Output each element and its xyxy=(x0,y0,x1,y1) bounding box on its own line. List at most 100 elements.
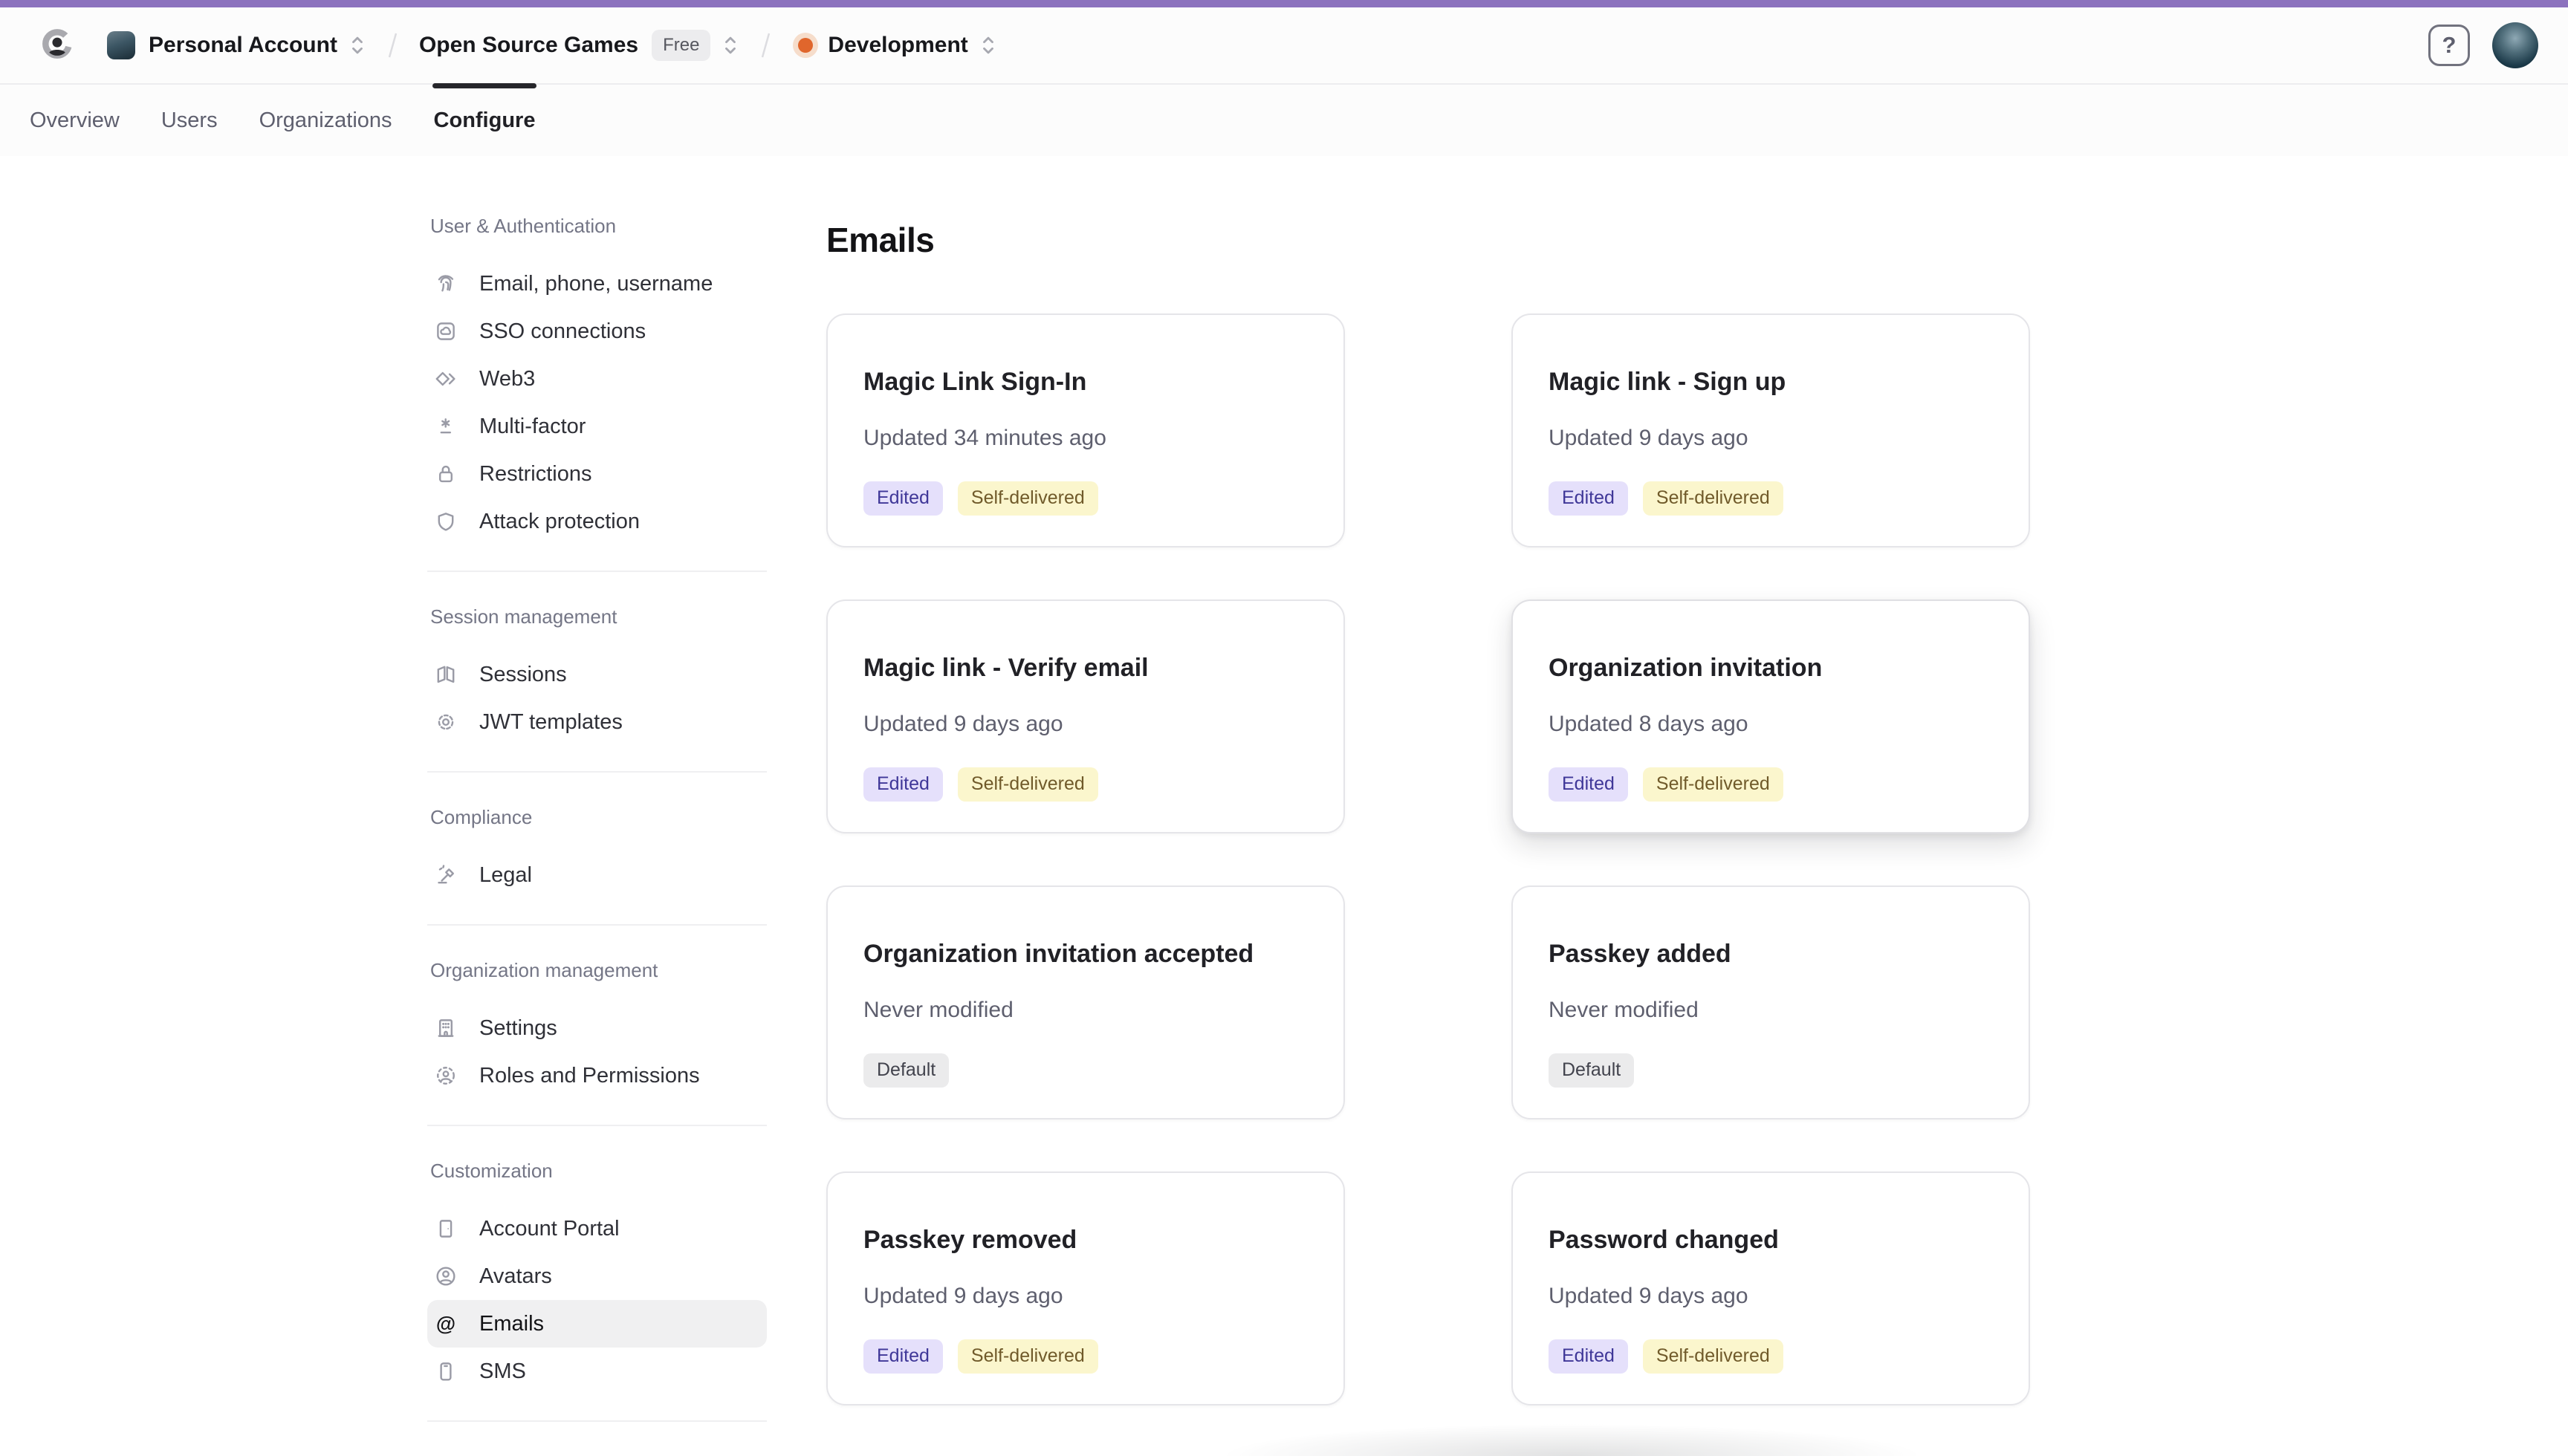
card-title: Organization invitation accepted xyxy=(863,939,1308,969)
status-badge: Self-delivered xyxy=(958,767,1098,802)
sidebar-item-label: Avatars xyxy=(479,1264,552,1289)
emails-panel: Emails Magic Link Sign-In Updated 34 min… xyxy=(826,214,2030,1405)
gavel-icon xyxy=(433,862,458,888)
roles-icon xyxy=(433,1063,458,1088)
topbar: Personal Account Open Source Games Free xyxy=(0,7,2568,85)
section-heading: Customization xyxy=(427,1159,767,1183)
sidebar-item-label: Emails xyxy=(479,1312,544,1336)
chevron-updown-icon[interactable] xyxy=(980,33,996,57)
sidebar-item-label: Multi-factor xyxy=(479,415,586,439)
multi-factor-icon xyxy=(433,414,458,439)
page-title: Emails xyxy=(826,220,2030,260)
card-badges: Edited Self-delivered xyxy=(863,1339,1308,1374)
card-meta: Updated 8 days ago xyxy=(1549,711,1993,738)
sidebar-item-email-phone-username[interactable]: Email, phone, username xyxy=(427,260,767,308)
breadcrumb: Personal Account Open Source Games Free xyxy=(107,30,996,61)
status-badge: Default xyxy=(863,1053,949,1088)
user-avatar[interactable] xyxy=(2492,22,2538,68)
sidebar-item-label: Roles and Permissions xyxy=(479,1064,700,1088)
card-meta: Updated 9 days ago xyxy=(1549,1283,1993,1310)
sidebar-item-label: Restrictions xyxy=(479,462,592,487)
sidebar-divider xyxy=(427,1420,767,1422)
card-badges: Edited Self-delivered xyxy=(1549,481,1993,516)
sidebar-item-jwt-templates[interactable]: JWT templates xyxy=(427,698,767,746)
building-icon xyxy=(433,1015,458,1041)
card-badges: Default xyxy=(863,1053,1308,1088)
section-heading: Organization management xyxy=(427,958,767,982)
sidebar-item-label: Web3 xyxy=(479,367,535,391)
sidebar-item-legal[interactable]: Legal xyxy=(427,851,767,899)
status-badge: Edited xyxy=(863,1339,943,1374)
card-title: Magic Link Sign-In xyxy=(863,367,1308,397)
sidebar-item-emails[interactable]: @ Emails xyxy=(427,1300,767,1348)
tab-users[interactable]: Users xyxy=(161,85,218,156)
breadcrumb-personal-account[interactable]: Personal Account xyxy=(107,31,366,59)
sidebar-item-sso-connections[interactable]: SSO connections xyxy=(427,308,767,355)
application-label: Open Source Games xyxy=(419,33,638,58)
card-meta: Updated 34 minutes ago xyxy=(863,425,1308,452)
breadcrumb-slash xyxy=(386,30,398,61)
section-heading: Session management xyxy=(427,605,767,628)
tab-configure[interactable]: Configure xyxy=(434,85,536,156)
sidebar-item-sms[interactable]: SMS xyxy=(427,1348,767,1395)
configure-page: User & Authentication Email, phone, user… xyxy=(0,156,2568,1422)
topbar-actions: ? xyxy=(2428,22,2538,68)
sidebar-item-settings[interactable]: Settings xyxy=(427,1004,767,1052)
configure-sidebar: User & Authentication Email, phone, user… xyxy=(427,214,767,1422)
email-template-card-magic-link-sign-up[interactable]: Magic link - Sign up Updated 9 days ago … xyxy=(1511,313,2030,547)
status-badge: Edited xyxy=(1549,1339,1628,1374)
sidebar-item-sessions[interactable]: Sessions xyxy=(427,651,767,698)
email-template-card-passkey-added[interactable]: Passkey added Never modified Default xyxy=(1511,885,2030,1119)
card-meta: Never modified xyxy=(1549,997,1993,1024)
fingerprint-icon xyxy=(433,271,458,296)
card-badges: Default xyxy=(1549,1053,1993,1088)
sso-cloud-icon xyxy=(433,319,458,344)
tab-overview[interactable]: Overview xyxy=(30,85,120,156)
email-template-card-passkey-removed[interactable]: Passkey removed Updated 9 days ago Edite… xyxy=(826,1171,1345,1405)
sidebar-item-restrictions[interactable]: Restrictions xyxy=(427,450,767,498)
plan-badge: Free xyxy=(652,30,710,61)
card-title: Organization invitation xyxy=(1549,653,1993,683)
chevron-updown-icon[interactable] xyxy=(722,33,739,57)
email-template-card-magic-link-verify-email[interactable]: Magic link - Verify email Updated 9 days… xyxy=(826,599,1345,833)
sidebar-item-avatars[interactable]: Avatars xyxy=(427,1252,767,1300)
email-template-card-organization-invitation-accepted[interactable]: Organization invitation accepted Never m… xyxy=(826,885,1345,1119)
status-badge: Edited xyxy=(863,481,943,516)
sidebar-item-label: Attack protection xyxy=(479,510,640,534)
sidebar-item-attack-protection[interactable]: Attack protection xyxy=(427,498,767,545)
help-icon: ? xyxy=(2442,32,2457,59)
lock-icon xyxy=(433,461,458,487)
card-badges: Edited Self-delivered xyxy=(1549,1339,1993,1374)
phone-icon xyxy=(433,1359,458,1384)
help-button[interactable]: ? xyxy=(2428,25,2470,66)
chevron-updown-icon[interactable] xyxy=(349,33,366,57)
status-badge: Self-delivered xyxy=(958,1339,1098,1374)
email-template-grid: Magic Link Sign-In Updated 34 minutes ag… xyxy=(826,313,2030,1405)
shield-icon xyxy=(433,509,458,534)
card-meta: Updated 9 days ago xyxy=(863,711,1308,738)
email-template-card-magic-link-sign-in[interactable]: Magic Link Sign-In Updated 34 minutes ag… xyxy=(826,313,1345,547)
card-meta: Never modified xyxy=(863,997,1308,1024)
sidebar-divider xyxy=(427,924,767,926)
status-badge: Self-delivered xyxy=(958,481,1098,516)
sidebar-item-label: SMS xyxy=(479,1359,526,1384)
sidebar-item-roles-permissions[interactable]: Roles and Permissions xyxy=(427,1052,767,1099)
breadcrumb-environment[interactable]: Development xyxy=(792,33,996,58)
environment-dot-icon xyxy=(798,38,813,53)
clerk-logo-icon[interactable] xyxy=(40,27,74,65)
status-badge: Edited xyxy=(1549,767,1628,802)
tab-organizations[interactable]: Organizations xyxy=(259,85,392,156)
email-template-card-password-changed[interactable]: Password changed Updated 9 days ago Edit… xyxy=(1511,1171,2030,1405)
status-badge: Edited xyxy=(1549,481,1628,516)
sidebar-item-account-portal[interactable]: Account Portal xyxy=(427,1205,767,1252)
web3-icon xyxy=(433,366,458,391)
status-badge: Default xyxy=(1549,1053,1634,1088)
breadcrumb-application[interactable]: Open Source Games Free xyxy=(419,30,739,61)
sidebar-item-multi-factor[interactable]: Multi-factor xyxy=(427,403,767,450)
card-title: Password changed xyxy=(1549,1225,1993,1255)
card-meta: Updated 9 days ago xyxy=(1549,425,1993,452)
card-title: Magic link - Verify email xyxy=(863,653,1308,683)
email-template-card-organization-invitation[interactable]: Organization invitation Updated 8 days a… xyxy=(1511,599,2030,833)
sidebar-item-web3[interactable]: Web3 xyxy=(427,355,767,403)
accent-bar xyxy=(0,0,2568,7)
